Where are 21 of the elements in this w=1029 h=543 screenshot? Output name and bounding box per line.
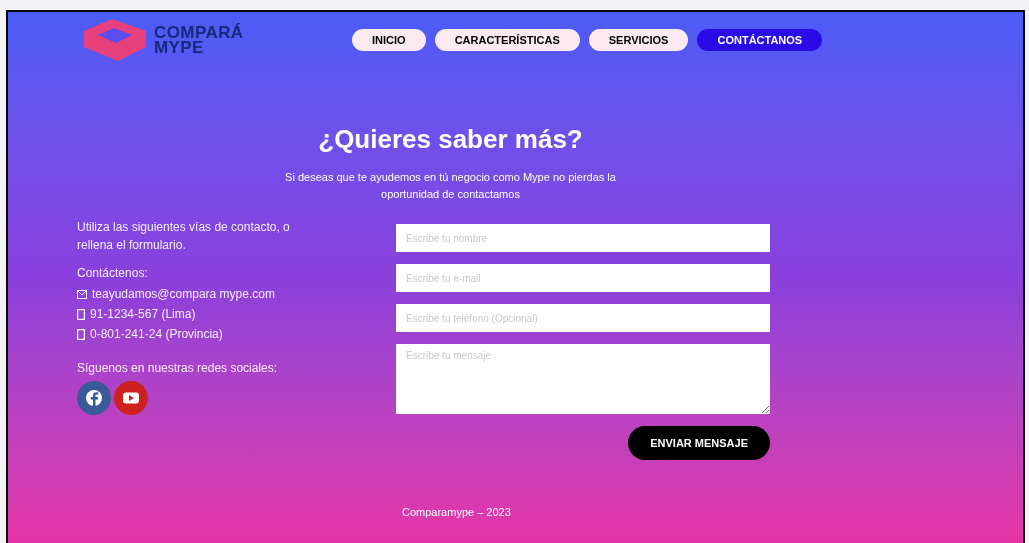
social-heading: Síguenos en nuestras redes sociales: [77, 360, 279, 377]
envelope-icon [77, 289, 87, 299]
phone-text: 0-801-241-24 (Provincia) [90, 326, 223, 343]
nav-tab[interactable]: CARACTERÍSTICAS [434, 29, 580, 51]
intro-text: Utiliza las siguientes vías de contacto, o rellena el formulario. [77, 219, 291, 254]
send-button[interactable]: ENVIAR MENSAJE [628, 426, 770, 460]
email-text: teayudamos@compara mype.com [92, 286, 275, 303]
facebook-icon[interactable] [77, 381, 111, 415]
brand-name: MYPE [154, 40, 205, 55]
nav-tab[interactable]: SERVICIOS [588, 29, 689, 51]
nav-tab[interactable]: INICIO [352, 29, 426, 51]
youtube-icon[interactable] [114, 381, 148, 415]
phone-icon [77, 308, 85, 320]
brand-name: COMPARÁ [154, 25, 244, 40]
page-title: ¿Quieres saber más? [318, 123, 583, 156]
nav-tab[interactable]: CONTÁCTANOS [697, 29, 823, 51]
subtitle: Si deseas que te ayudemos en tú negocio como Mype no pierdas la oportunidad de contactamos [284, 170, 617, 202]
contact-heading: Contáctenos: [77, 265, 149, 282]
phone-text: 91-1234-567 (Lima) [90, 306, 196, 323]
phone-icon [77, 328, 85, 340]
footer-text: Comparamype – 2023 [402, 505, 511, 520]
